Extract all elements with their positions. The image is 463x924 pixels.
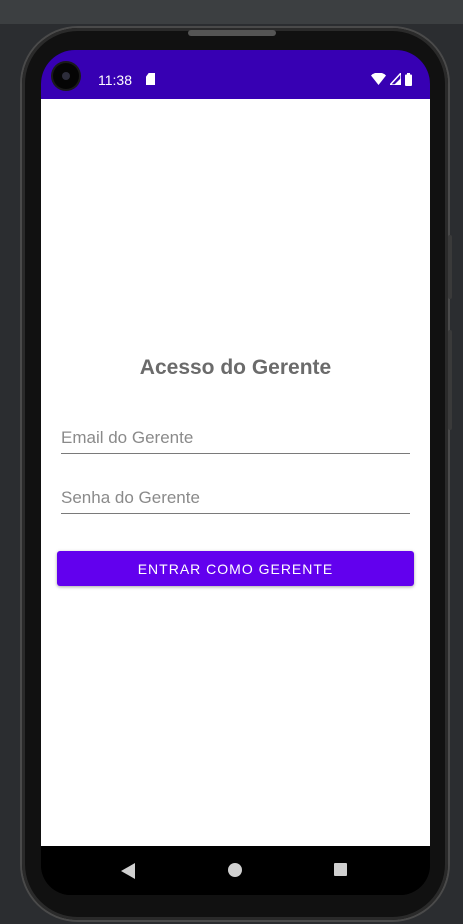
email-field[interactable] (61, 423, 410, 454)
camera-icon (53, 63, 79, 89)
home-icon[interactable] (228, 863, 242, 877)
password-input[interactable] (61, 483, 410, 513)
status-bar: 11:38 (41, 50, 430, 99)
status-clock: 11:38 (98, 72, 132, 88)
power-button[interactable] (448, 235, 452, 299)
sd-card-icon (146, 73, 155, 85)
recents-icon[interactable] (334, 863, 347, 876)
volume-button[interactable] (448, 330, 452, 430)
signal-icon (390, 73, 401, 85)
page-title: Acesso do Gerente (139, 356, 332, 379)
status-icons (371, 72, 412, 86)
email-input[interactable] (61, 423, 410, 453)
device-screen: 11:38 Acesso do Gerente ENTRAR COMO GERE… (41, 50, 430, 895)
password-field[interactable] (61, 483, 410, 514)
speaker-grille (188, 30, 276, 36)
login-manager-button[interactable]: ENTRAR COMO GERENTE (57, 551, 414, 586)
login-screen: Acesso do Gerente ENTRAR COMO GERENTE (41, 99, 430, 846)
battery-icon (405, 72, 412, 86)
navigation-bar (41, 846, 430, 895)
wifi-icon (371, 73, 386, 85)
emulator-toolbar (0, 0, 463, 24)
back-icon[interactable] (121, 863, 135, 879)
